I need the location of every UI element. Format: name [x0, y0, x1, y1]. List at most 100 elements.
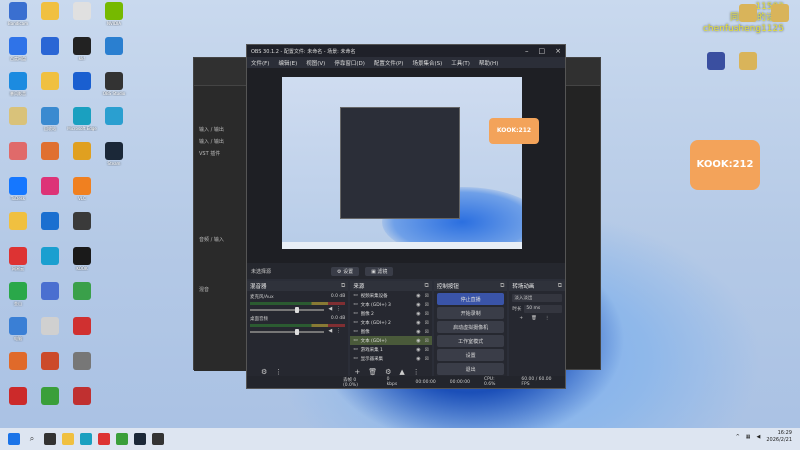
lock-icon[interactable]: ⊠ [425, 347, 429, 353]
delete-icon[interactable]: 🗑 [368, 368, 377, 376]
source-item[interactable]: ▭ 图像 2 ◉ ⊠ [350, 309, 431, 318]
dock-float-icon[interactable]: ⧉ [558, 282, 562, 290]
desktop-icon[interactable]: kk! [66, 37, 98, 71]
start-icon[interactable] [8, 433, 20, 445]
menu-item[interactable]: 配置文件(P) [374, 59, 404, 67]
file-explorer-icon[interactable] [62, 433, 74, 445]
menu-item[interactable]: 场景集合(S) [412, 59, 442, 67]
desktop-icon[interactable] [66, 282, 98, 316]
desktop-icon[interactable] [98, 37, 130, 71]
obs-preview[interactable]: KOOK:212 [247, 68, 565, 263]
desktop-icon[interactable]: Steam [98, 142, 130, 176]
desktop-icon[interactable] [34, 142, 66, 176]
desktop-icon[interactable]: 电脑 [2, 317, 34, 351]
desktop-icon[interactable] [34, 352, 66, 386]
desktop-icon[interactable]: KOOK [66, 247, 98, 281]
clock[interactable]: 16:29 2026/2/21 [766, 430, 792, 444]
more-icon[interactable]: ⋮ [336, 328, 341, 334]
source-item[interactable]: ▭ 文本 (GDI+) 2 ◉ ⊠ [350, 318, 431, 327]
source-item[interactable]: ▭ 文本 (GDI+) ◉ ⊠ [350, 336, 432, 345]
duration-input[interactable]: 50 ms [524, 305, 562, 313]
more-icon[interactable]: ⋮ [545, 316, 550, 321]
source-item[interactable]: ▭ 显示器采集 ◉ ⊠ [350, 354, 431, 363]
desktop-icon-right-1[interactable] [700, 52, 732, 86]
desktop-icon[interactable] [34, 247, 66, 281]
obs-titlebar[interactable]: OBS 30.1.2 - 配置文件: 未命名 - 场景: 未命名 – □ × [247, 45, 565, 57]
desktop-icon[interactable]: OBS Studio [98, 72, 130, 106]
desktop-icon[interactable] [66, 72, 98, 106]
minimize-icon[interactable]: – [525, 47, 529, 55]
dock-float-icon[interactable]: ⧉ [341, 282, 345, 290]
volume-slider[interactable] [250, 307, 325, 313]
edge-icon[interactable] [80, 433, 92, 445]
desktop-icon[interactable] [34, 177, 66, 211]
desktop-icon[interactable]: ToDesk [2, 177, 34, 211]
volume-slider[interactable] [250, 329, 325, 335]
desktop-icon[interactable] [2, 142, 34, 176]
gear-icon[interactable]: ⚙ [261, 368, 267, 376]
desktop-icon[interactable]: 暴风影音 [2, 72, 34, 106]
desktop-icon[interactable]: VLC [66, 177, 98, 211]
dock-float-icon[interactable]: ⧉ [425, 282, 429, 290]
source-filters-button[interactable]: ▣ 滤镜 [365, 266, 394, 276]
desktop-icon[interactable] [34, 2, 66, 36]
obs-window[interactable]: OBS 30.1.2 - 配置文件: 未命名 - 场景: 未命名 – □ × 文… [246, 44, 566, 389]
desktop-icon-right-3[interactable] [732, 4, 764, 38]
eye-icon[interactable]: ◉ [416, 320, 420, 326]
menu-item[interactable]: 文件(F) [251, 59, 269, 67]
transition-type-field[interactable]: 淡入淡出 [509, 291, 565, 302]
desktop-icon[interactable] [66, 2, 98, 36]
desktop-icon[interactable]: 网易云 [2, 247, 34, 281]
menu-item[interactable]: 停靠窗口(D) [334, 59, 365, 67]
more-icon[interactable]: ⋮ [413, 368, 420, 376]
eye-icon[interactable]: ◉ [416, 356, 420, 362]
desktop-icon[interactable]: Bandicam [2, 2, 34, 36]
control-button[interactable]: 工作室模式 [436, 335, 505, 347]
close-icon[interactable]: × [555, 47, 561, 55]
chevron-up-icon[interactable]: ^ [736, 434, 740, 440]
source-item[interactable]: ▭ 视频采集设备 ◉ ⊠ [350, 291, 431, 300]
lock-icon[interactable]: ⊠ [425, 302, 429, 308]
chevron-up-icon[interactable]: ▲ [399, 368, 404, 376]
desktop-icon[interactable]: Microsoft Edge [66, 107, 98, 141]
app-icon[interactable] [116, 433, 128, 445]
control-button[interactable]: 设置 [436, 349, 505, 361]
menu-item[interactable]: 编辑(E) [278, 59, 297, 67]
desktop-icon[interactable] [66, 317, 98, 351]
desktop-icon[interactable] [66, 352, 98, 386]
lock-icon[interactable]: ⊠ [425, 320, 429, 326]
desktop-icon[interactable] [34, 212, 66, 246]
dock-float-icon[interactable]: ⧉ [500, 282, 504, 290]
transition-type-select[interactable]: 淡入淡出 [512, 294, 562, 302]
control-button[interactable]: 启动虚拟摄像机 [436, 321, 505, 333]
add-icon[interactable]: + [519, 316, 523, 321]
desktop-icon[interactable] [2, 212, 34, 246]
source-settings-button[interactable]: ⚙ 设置 [331, 266, 360, 276]
steam-icon[interactable] [134, 433, 146, 445]
source-item[interactable]: ▭ 游戏采集 1 ◉ ⊠ [350, 345, 431, 354]
taskview-icon[interactable] [44, 433, 56, 445]
desktop-icon[interactable] [34, 282, 66, 316]
menu-item[interactable]: 视图(V) [306, 59, 325, 67]
maximize-icon[interactable]: □ [539, 47, 546, 55]
app-icon[interactable] [98, 433, 110, 445]
eye-icon[interactable]: ◉ [416, 347, 420, 353]
obs-taskbar-icon[interactable] [152, 433, 164, 445]
desktop-icon-right-4[interactable] [764, 4, 796, 38]
more-icon[interactable]: ⋮ [275, 368, 282, 376]
eye-icon[interactable]: ◉ [416, 302, 420, 308]
more-icon[interactable]: ⋮ [336, 306, 341, 312]
desktop-icon-right-2[interactable] [732, 52, 764, 86]
menu-item[interactable]: 帮助(H) [479, 59, 498, 67]
eye-icon[interactable]: ◉ [416, 338, 420, 344]
control-button[interactable]: 退出 [436, 363, 505, 375]
lock-icon[interactable]: ⊠ [425, 329, 429, 335]
delete-icon[interactable]: 🗑 [531, 316, 537, 321]
desktop-icon[interactable] [66, 142, 98, 176]
desktop-icon[interactable] [98, 107, 130, 141]
desktop-icon[interactable] [2, 387, 34, 421]
lock-icon[interactable]: ⊠ [425, 356, 429, 362]
slider-handle[interactable] [294, 329, 299, 335]
desktop-icon[interactable]: NVIDIA [98, 2, 130, 36]
desktop-icon[interactable] [2, 107, 34, 141]
